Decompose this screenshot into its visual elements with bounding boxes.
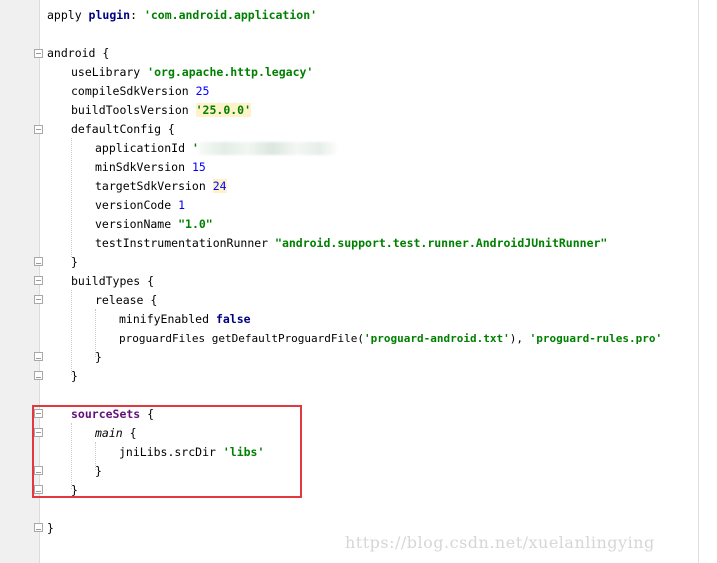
code-line-uselibrary: useLibrary 'org.apache.http.legacy' xyxy=(71,65,314,79)
code-line-close-defaultconfig: } xyxy=(71,255,78,269)
code-line-1: apply plugin: 'com.android.application' xyxy=(47,8,318,22)
watermark: https://blog.csdn.net/xuelanlingying xyxy=(345,533,655,552)
code-line-targetsdk: targetSdkVersion 24 xyxy=(95,179,227,193)
code-line-close-buildtypes: } xyxy=(71,369,78,383)
code-line-compilesdk: compileSdkVersion 25 xyxy=(71,84,210,98)
code-line-minify: minifyEnabled false xyxy=(119,312,251,326)
code-line-minsdk: minSdkVersion 15 xyxy=(95,160,206,174)
code-line-defaultconfig: defaultConfig { xyxy=(71,122,175,136)
right-margin-line xyxy=(698,0,699,563)
redacted-blur xyxy=(198,142,339,155)
indent-guide xyxy=(71,290,72,375)
code-line-versionname: versionName "1.0" xyxy=(95,217,213,231)
code-line-versioncode: versionCode 1 xyxy=(95,198,186,212)
indent-guide xyxy=(71,138,72,257)
code-line-buildtools: buildToolsVersion '25.0.0' xyxy=(71,103,252,117)
code-line-release: release { xyxy=(95,293,158,307)
code-line-buildtypes: buildTypes { xyxy=(71,274,155,288)
code-line-android: android { xyxy=(47,46,110,60)
code-line-close-release: } xyxy=(95,350,102,364)
code-line-close-android: } xyxy=(47,521,54,535)
sourcesets-highlight-box xyxy=(32,405,302,498)
code-line-testrunner: testInstrumentationRunner "android.suppo… xyxy=(95,236,608,250)
code-line-applicationid: applicationId ' xyxy=(95,139,339,158)
code-line-proguard: proguardFiles getDefaultProguardFile('pr… xyxy=(119,332,663,345)
